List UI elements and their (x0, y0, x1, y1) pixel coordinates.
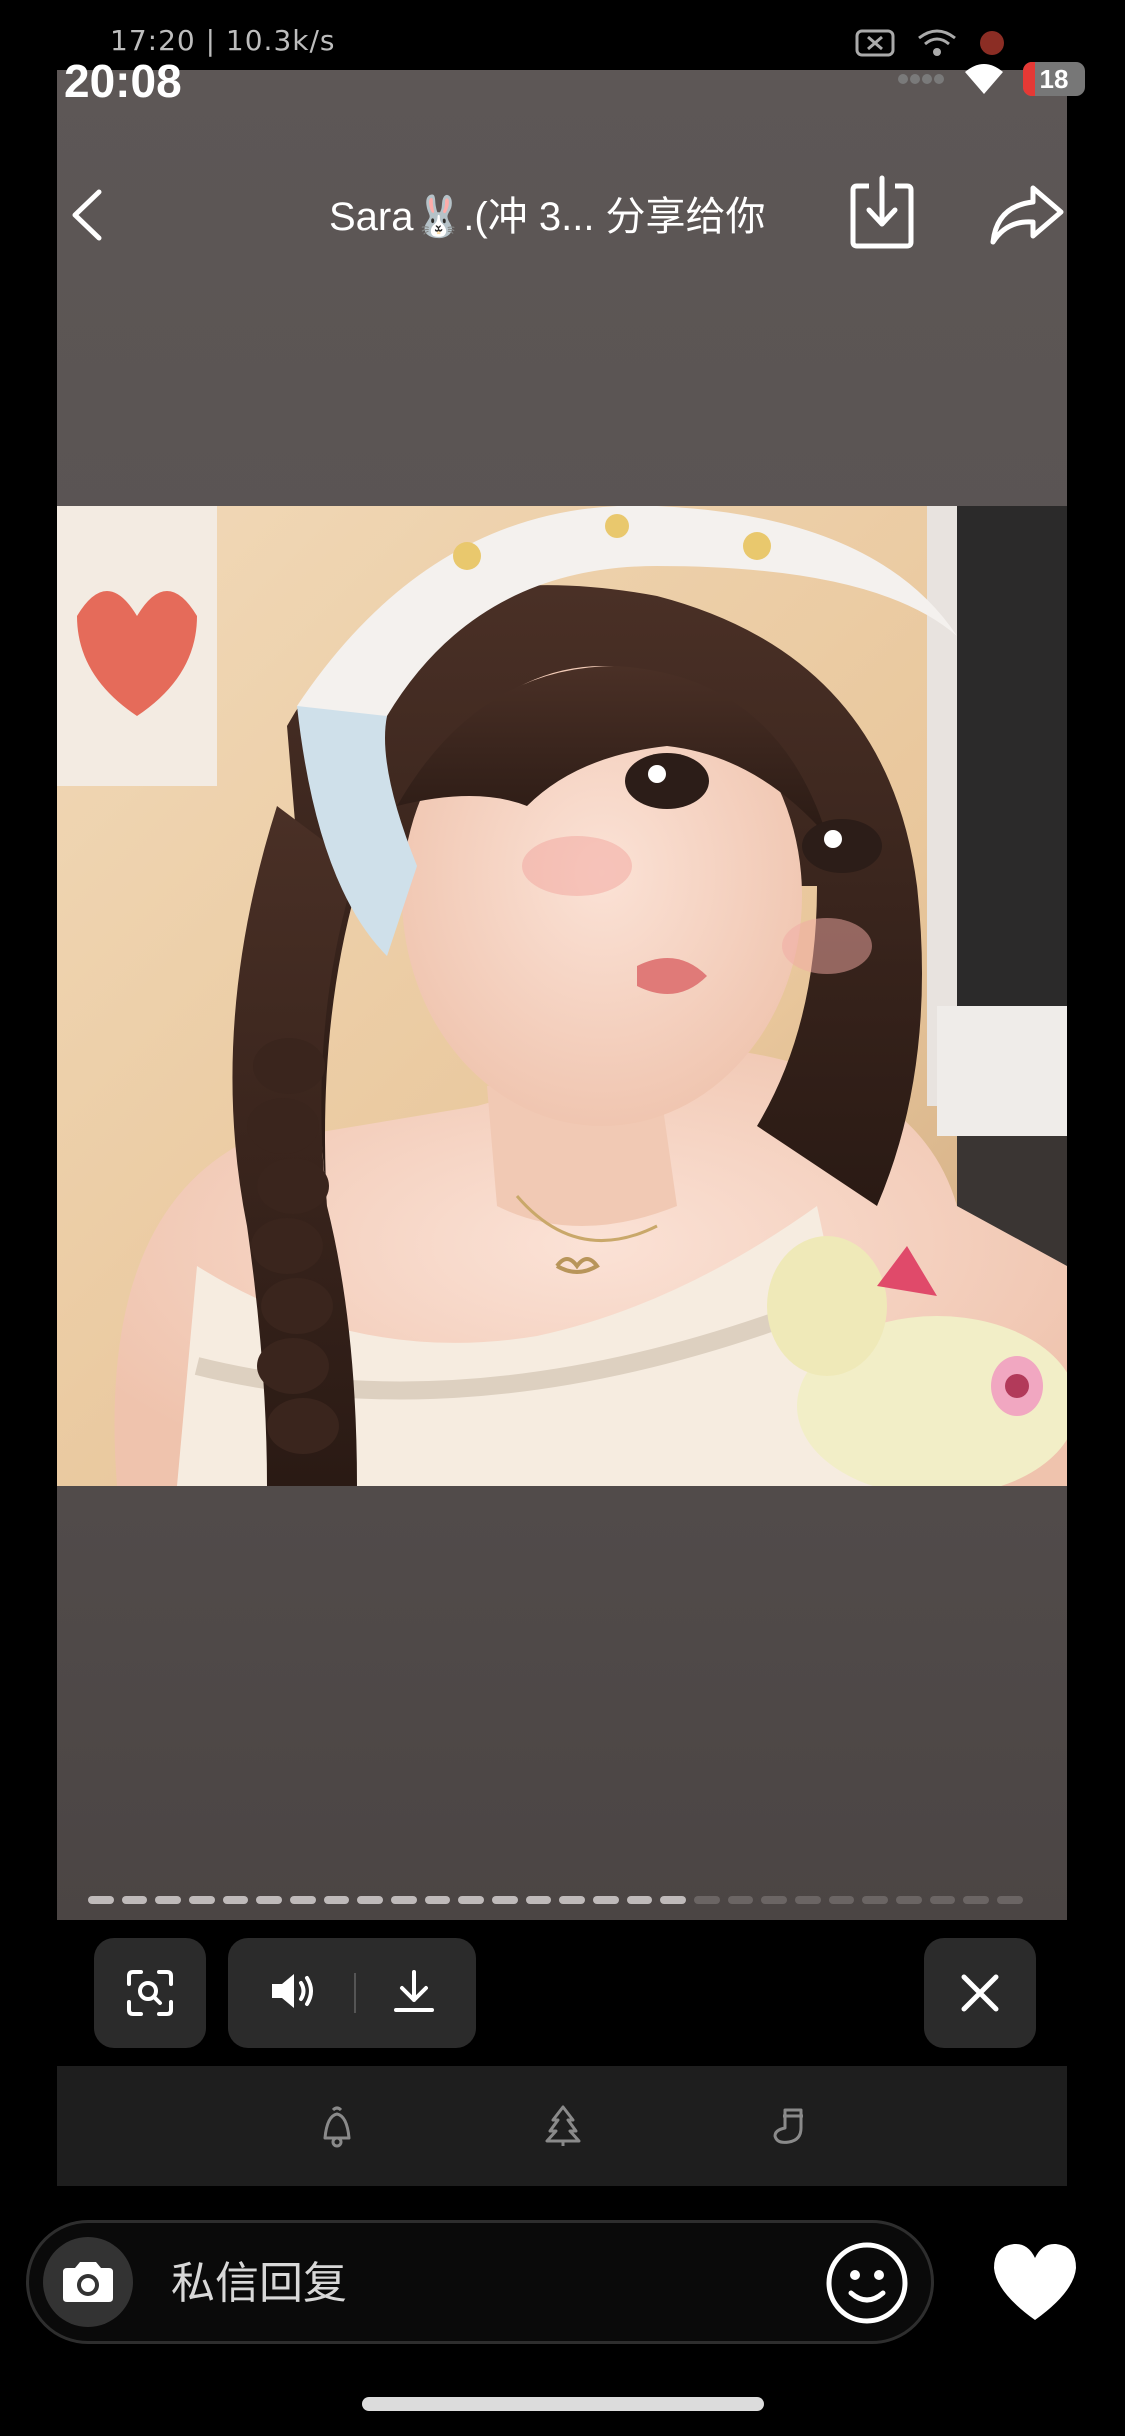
progress-segment (189, 1896, 215, 1904)
progress-segment (997, 1896, 1023, 1904)
reply-input[interactable] (169, 2249, 793, 2317)
battery-level: 18 (1039, 63, 1069, 94)
progress-segment (761, 1896, 788, 1904)
share-icon (990, 185, 1064, 245)
download-button[interactable] (847, 172, 917, 252)
emoji-button[interactable] (825, 2241, 909, 2325)
download-icon (394, 1969, 434, 2012)
close-icon (961, 1974, 999, 2012)
progress-segment (828, 1896, 855, 1904)
controls-divider (354, 1973, 356, 2013)
camera-button[interactable] (43, 2237, 133, 2327)
reaction-bell[interactable] (315, 2104, 359, 2148)
progress-segment (121, 1896, 148, 1904)
progress-segment (593, 1896, 619, 1904)
progress-segment (626, 1896, 653, 1904)
heart-icon (994, 2243, 1076, 2320)
stocking-icon (773, 2108, 803, 2144)
share-button[interactable] (987, 180, 1067, 250)
portrait-image (57, 506, 1067, 1486)
progress-segment (323, 1896, 350, 1904)
story-title: Sara🐰.(冲 3... 分享给你 (329, 195, 766, 239)
progress-segment (256, 1896, 283, 1904)
progress-segment (559, 1896, 586, 1904)
like-button[interactable] (990, 2240, 1080, 2324)
progress-segment (660, 1896, 687, 1904)
story-progress (88, 1896, 1023, 1904)
tree-icon (545, 2105, 581, 2146)
progress-segment (424, 1896, 451, 1904)
scan-icon (127, 1970, 173, 2016)
status-time: 20:08 (64, 55, 182, 107)
status-icons: 18 (897, 62, 1085, 96)
bell-icon (323, 2106, 351, 2148)
progress-segment (222, 1896, 249, 1904)
chevron-left-icon (72, 189, 102, 241)
scan-button[interactable] (94, 1938, 206, 2048)
progress-segment (357, 1896, 384, 1904)
download-icon (850, 175, 914, 249)
reactions-bar (57, 2066, 1067, 2186)
close-button[interactable] (924, 1938, 1036, 2048)
reaction-tree[interactable] (541, 2104, 585, 2148)
reaction-stocking[interactable] (767, 2104, 811, 2148)
home-indicator[interactable] (362, 2397, 764, 2411)
progress-segment (458, 1896, 485, 1904)
emoji-icon (826, 2242, 908, 2324)
wifi-icon (965, 64, 1003, 94)
battery-indicator: 18 (1023, 62, 1085, 96)
progress-segment (88, 1896, 114, 1904)
reply-bar (26, 2220, 934, 2344)
progress-segment (896, 1896, 922, 1904)
story-header: Sara🐰.(冲 3... 分享给你 (57, 160, 1067, 270)
volume-icon (272, 1973, 313, 2008)
progress-segment (155, 1896, 182, 1904)
progress-segment (795, 1896, 821, 1904)
signal-dots-icon (898, 74, 944, 84)
progress-segment (492, 1896, 518, 1904)
progress-segment (290, 1896, 316, 1904)
progress-segment (694, 1896, 720, 1904)
back-button[interactable] (57, 180, 127, 250)
inner-wifi-icon (918, 29, 956, 56)
app-badge-icon (980, 31, 1004, 55)
inner-status-icons (855, 28, 1005, 58)
camera-icon (63, 2262, 113, 2302)
media-controls (228, 1938, 476, 2048)
sim-icon (855, 29, 895, 57)
save-button[interactable] (392, 1968, 436, 2019)
progress-segment (862, 1896, 889, 1904)
story-photo (57, 506, 1067, 1486)
progress-segment (391, 1896, 417, 1904)
progress-segment (525, 1896, 552, 1904)
progress-segment (727, 1896, 754, 1904)
progress-segment (929, 1896, 956, 1904)
volume-button[interactable] (268, 1969, 318, 2018)
progress-segment (963, 1896, 990, 1904)
inner-status-text: 17:20 | 10.3k/s (110, 24, 336, 57)
